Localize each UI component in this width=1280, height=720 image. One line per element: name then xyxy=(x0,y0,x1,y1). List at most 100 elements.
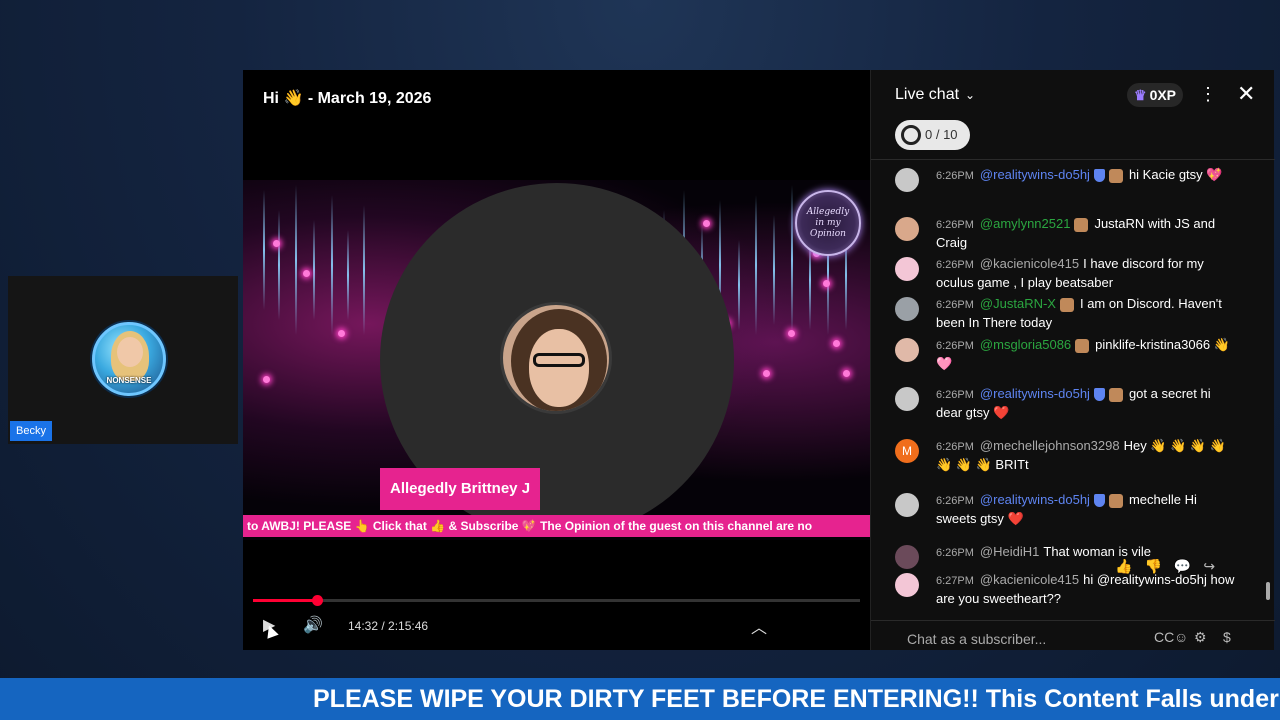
message-author[interactable]: @realitywins-do5hj xyxy=(980,492,1090,507)
progress-fill xyxy=(253,599,317,602)
goal-progress-pill[interactable]: 0 / 10 xyxy=(895,120,970,150)
message-timestamp: 6:26PM xyxy=(936,170,974,182)
captions-icon[interactable]: CC xyxy=(1154,629,1174,645)
chat-mode-selector[interactable]: Live chat ⌄ xyxy=(895,86,975,104)
chat-scrollbar[interactable] xyxy=(1265,162,1271,602)
guest-avatar: NONSENSE xyxy=(92,322,166,396)
chat-message[interactable]: 6:26PM @kacienicole415 I have discord for … xyxy=(895,255,1235,291)
message-author[interactable]: @JustaRN-X xyxy=(980,296,1056,311)
avatar[interactable] xyxy=(895,493,919,517)
message-timestamp: 6:26PM xyxy=(936,340,974,352)
chat-message[interactable]: 6:26PM @realitywins-do5hj mechelle Hi swee… xyxy=(895,491,1235,527)
sparkle xyxy=(763,370,770,377)
emoji-icon[interactable]: ☺ xyxy=(1174,629,1188,645)
comment-icon[interactable]: 💬 xyxy=(1174,558,1191,574)
sparkle xyxy=(263,376,270,383)
message-author[interactable]: @msgloria5086 xyxy=(980,337,1071,352)
moderator-shield-icon xyxy=(1093,494,1105,508)
chat-message[interactable]: 6:26PM @msgloria5086 pinklife-kristina3066… xyxy=(895,336,1235,372)
chat-message[interactable]: 6:27PM @kacienicole415 hi @realitywins-do5… xyxy=(895,571,1235,607)
sparkle xyxy=(843,370,850,377)
avatar[interactable] xyxy=(895,387,919,411)
chat-message[interactable]: 6:26PM @realitywins-do5hj got a secret hi … xyxy=(895,385,1235,421)
sparkle xyxy=(703,220,710,227)
message-timestamp: 6:26PM xyxy=(936,299,974,311)
chat-header: Live chat ⌄ ♛ 0XP ⋮ ✕ 0 / 10 xyxy=(871,70,1275,160)
message-author[interactable]: @mechellejohnson3298 xyxy=(980,438,1120,453)
sparkle xyxy=(823,280,830,287)
scrolling-ticker: to AWBJ! PLEASE 👆 Click that 👍 & Subscri… xyxy=(243,515,870,537)
sparkle xyxy=(788,330,795,337)
chat-input-bar: Chat as a subscriber... CC ☺ ⚙ $ xyxy=(871,620,1275,650)
light-ray xyxy=(331,195,333,335)
crown-icon: ♛ xyxy=(1134,87,1147,103)
settings-icon[interactable]: ⚙ xyxy=(1194,629,1207,646)
member-badge-icon xyxy=(1108,493,1123,508)
avatar[interactable] xyxy=(895,573,919,597)
avatar[interactable] xyxy=(895,297,919,321)
message-author[interactable]: @realitywins-do5hj xyxy=(980,167,1090,182)
light-ray xyxy=(755,195,757,335)
close-icon[interactable]: ✕ xyxy=(1237,81,1255,107)
volume-icon[interactable]: 🔊 xyxy=(303,615,323,635)
share-icon[interactable]: ↪ xyxy=(1203,558,1215,574)
chat-title: Live chat xyxy=(895,86,960,103)
chat-message[interactable]: M 6:26PM @mechellejohnson3298 Hey 👋 👋 👋 👋 👋… xyxy=(895,437,1235,473)
xp-badge[interactable]: ♛ 0XP xyxy=(1127,83,1184,107)
message-text: That woman is vile xyxy=(1043,544,1152,559)
progress-scrubber[interactable] xyxy=(311,595,323,606)
avatar[interactable] xyxy=(895,217,919,241)
chat-input[interactable]: Chat as a subscriber... xyxy=(907,631,1046,647)
message-timestamp: 6:26PM xyxy=(936,441,974,453)
chat-message[interactable]: 6:26PM @amylynn2521 JustaRN with JS and Cr… xyxy=(895,215,1235,251)
light-ray xyxy=(347,230,349,320)
light-ray xyxy=(738,240,740,330)
message-hover-actions: 👍 👎 💬 ↪ xyxy=(1115,558,1227,575)
message-author[interactable]: @kacienicole415 xyxy=(980,256,1079,271)
message-text: I am on Discord. Haven't been In There t… xyxy=(936,296,1222,330)
avatar[interactable]: M xyxy=(895,439,919,463)
message-timestamp: 6:27PM xyxy=(936,575,974,587)
bottom-banner-ticker: PLEASE WIPE YOUR DIRTY FEET BEFORE ENTER… xyxy=(0,678,1280,720)
chat-messages: 6:26PM @realitywins-do5hj hi Kacie gtsy 💖 6… xyxy=(871,162,1267,606)
progress-bar[interactable] xyxy=(253,595,860,606)
thumbs-up-icon[interactable]: 👍 xyxy=(1115,558,1132,574)
member-badge-icon xyxy=(1075,338,1090,353)
message-author[interactable]: @realitywins-do5hj xyxy=(980,386,1090,401)
thumbs-down-icon[interactable]: 👎 xyxy=(1144,558,1161,574)
message-timestamp: 6:26PM xyxy=(936,547,974,559)
message-author[interactable]: @kacienicole415 xyxy=(980,572,1079,587)
sparkle xyxy=(833,340,840,347)
light-ray xyxy=(363,205,365,335)
time-display: 14:32 / 2:15:46 xyxy=(348,619,429,633)
avatar[interactable] xyxy=(895,168,919,192)
chat-message[interactable]: 6:26PM @JustaRN-X I am on Discord. Haven't… xyxy=(895,295,1235,331)
channel-logo: Allegedly in my Opinion xyxy=(795,190,861,256)
guest-name-label: Becky xyxy=(10,421,52,441)
avatar[interactable] xyxy=(895,545,919,569)
chevron-down-icon: ⌄ xyxy=(965,88,976,102)
chat-message[interactable]: 6:26PM @realitywins-do5hj hi Kacie gtsy 💖 xyxy=(895,166,1235,192)
message-author[interactable]: @amylynn2521 xyxy=(980,216,1071,231)
message-author[interactable]: @HeidiH1 xyxy=(980,544,1039,559)
super-chat-icon[interactable]: $ xyxy=(1223,629,1231,645)
sparkle xyxy=(303,270,310,277)
video-title: Hi 👋 - March 19, 2026 xyxy=(263,90,432,107)
light-ray xyxy=(278,210,280,320)
light-ray xyxy=(263,190,265,310)
member-badge-icon xyxy=(1074,217,1089,232)
avatar[interactable] xyxy=(895,257,919,281)
member-badge-icon xyxy=(1059,297,1074,312)
message-text: hi Kacie gtsy 💖 xyxy=(1128,167,1223,182)
chevron-up-icon[interactable]: ︿ xyxy=(751,614,767,638)
xp-value: 0XP xyxy=(1149,87,1177,103)
member-badge-icon xyxy=(1108,168,1123,183)
message-timestamp: 6:26PM xyxy=(936,259,974,271)
message-timestamp: 6:26PM xyxy=(936,495,974,507)
avatar[interactable] xyxy=(895,338,919,362)
more-options-icon[interactable]: ⋮ xyxy=(1199,84,1217,105)
sparkle xyxy=(338,330,345,337)
video-player[interactable]: Hi 👋 - March 19, 2026 Allegedly in my Op… xyxy=(243,70,870,650)
member-badge-icon xyxy=(1108,387,1123,402)
goal-value: 0 / 10 xyxy=(925,127,958,142)
